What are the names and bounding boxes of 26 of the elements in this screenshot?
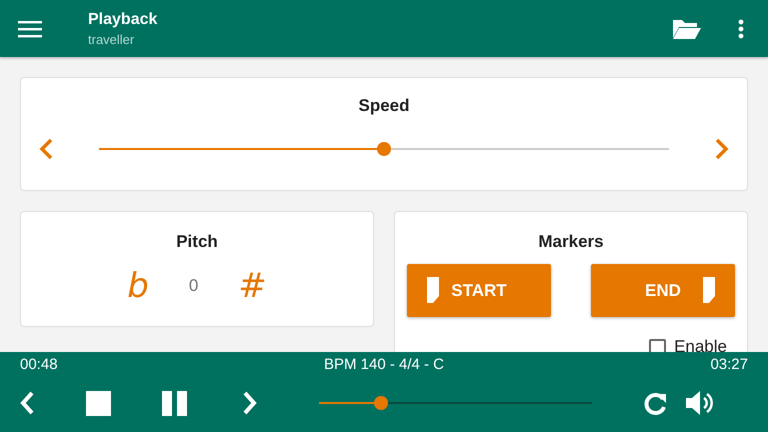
repeat-icon[interactable] — [642, 390, 668, 416]
marker-button[interactable]: END — [591, 264, 735, 317]
card-title: Speed — [358, 96, 410, 116]
enable-label: Enable — [674, 337, 727, 357]
card-title: Markers — [538, 232, 604, 252]
folder-icon[interactable] — [672, 18, 702, 40]
track-info: BPM 140 - 4/4 - C — [324, 356, 444, 373]
previous-icon[interactable] — [20, 391, 34, 415]
bookmark-icon — [427, 277, 439, 303]
chevron-left-icon[interactable] — [39, 138, 53, 160]
pitch-value: 0 — [188, 276, 198, 296]
song-subtitle: traveller — [88, 32, 136, 46]
volume-icon[interactable] — [685, 390, 715, 416]
app-title: Playback — [88, 10, 158, 28]
next-icon[interactable] — [243, 391, 257, 415]
chevron-right-icon[interactable] — [715, 138, 729, 160]
marker-button[interactable]: START — [407, 264, 551, 317]
pause-icon[interactable] — [162, 390, 187, 416]
sharp-button[interactable]: # — [238, 266, 267, 306]
card-title: Pitch — [176, 232, 218, 252]
bookmark-icon — [703, 277, 715, 303]
more-icon[interactable] — [738, 18, 744, 38]
elapsed-time: 00:48 — [20, 356, 58, 373]
total-time: 03:27 — [710, 356, 748, 373]
flat-button[interactable]: b — [127, 266, 149, 306]
menu-icon[interactable] — [18, 20, 42, 38]
